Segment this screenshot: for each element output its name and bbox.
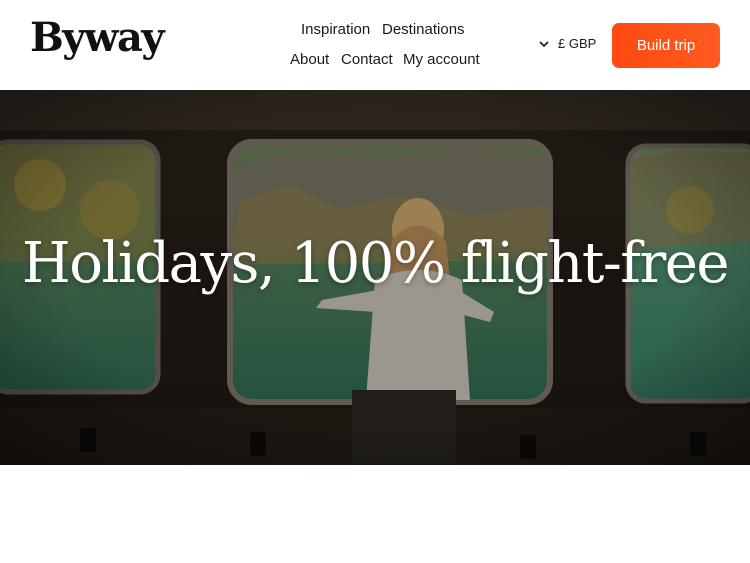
chevron-down-icon (539, 40, 549, 47)
hero-banner: Holidays, 100% flight-free (0, 90, 750, 465)
content-area (0, 465, 750, 563)
currency-label: £ GBP (558, 36, 597, 51)
currency-selector[interactable]: £ GBP (538, 37, 596, 50)
nav-contact[interactable]: Contact (341, 52, 393, 67)
hero-heading: Holidays, 100% flight-free (21, 231, 730, 296)
nav-about[interactable]: About (290, 52, 329, 67)
nav-my-account[interactable]: My account (403, 52, 480, 67)
build-trip-button[interactable]: Build trip (612, 23, 720, 68)
nav-inspiration[interactable]: Inspiration (301, 22, 370, 37)
nav-destinations[interactable]: Destinations (382, 22, 465, 37)
site-header: Byway Inspiration Destinations About Con… (0, 0, 750, 90)
byway-logo[interactable]: Byway (30, 18, 165, 58)
